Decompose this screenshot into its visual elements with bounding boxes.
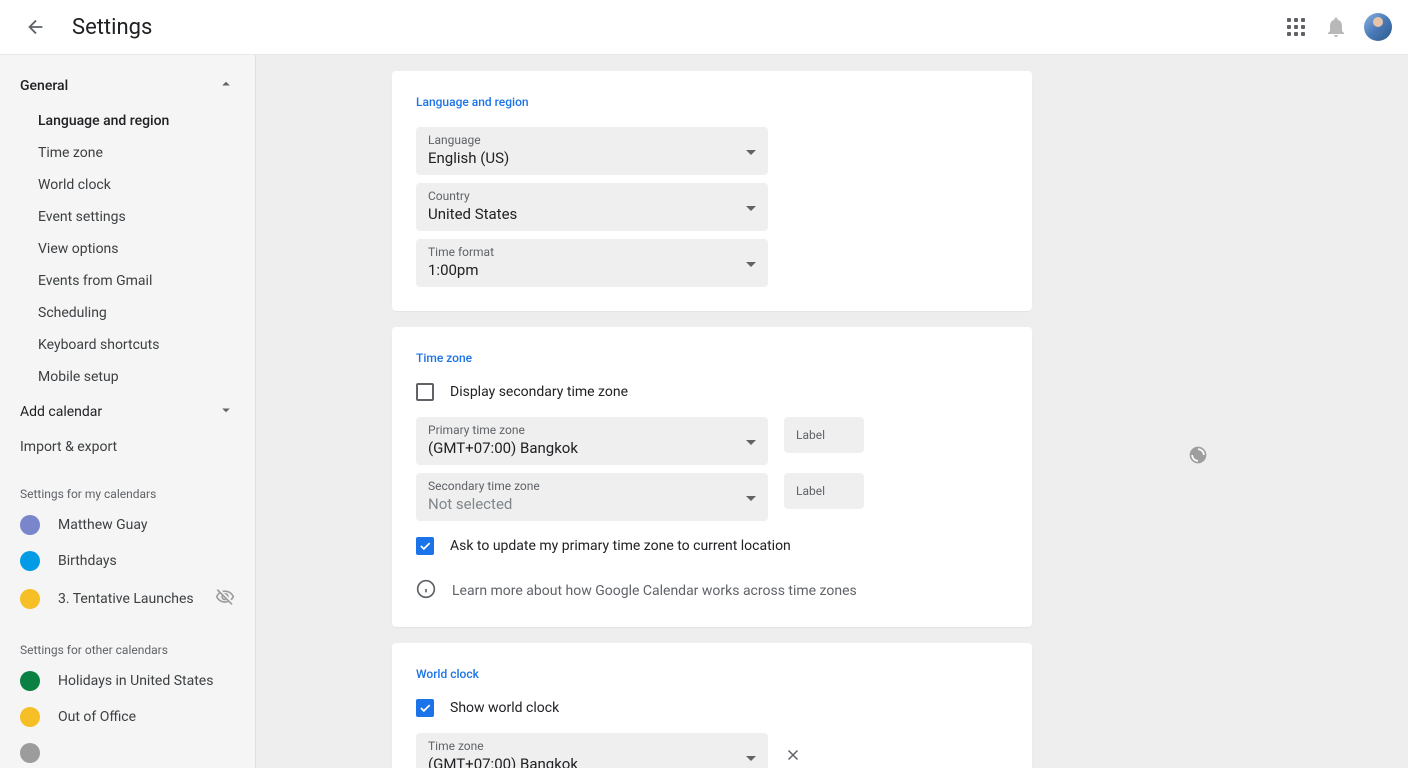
dropdown-caret-icon — [746, 433, 756, 449]
calendar-label: Holidays in United States — [58, 673, 235, 689]
sidebar: General Language and region Time zone Wo… — [0, 55, 256, 768]
calendar-item[interactable]: Matthew Guay — [0, 507, 255, 543]
checkbox-label: Ask to update my primary time zone to cu… — [450, 538, 791, 554]
card-language-region: Language and region Language English (US… — [392, 71, 1032, 311]
field-placeholder: Label — [796, 428, 825, 442]
learn-more-link[interactable]: Learn more about how Google Calendar wor… — [452, 583, 857, 599]
card-time-zone: Time zone Display secondary time zone Pr… — [392, 327, 1032, 627]
sidebar-section-label: Add calendar — [20, 404, 102, 420]
time-format-select[interactable]: Time format 1:00pm — [416, 239, 768, 287]
sidebar-item-world-clock[interactable]: World clock — [0, 169, 255, 201]
primary-timezone-label-input[interactable]: Label — [784, 417, 864, 453]
calendar-label: Matthew Guay — [58, 517, 235, 533]
field-label: Time zone — [428, 739, 756, 753]
calendar-color-dot — [20, 515, 40, 535]
field-value: (GMT+07:00) Bangkok — [428, 755, 756, 768]
main-content: Language and region Language English (US… — [256, 55, 1408, 768]
checkbox-label: Show world clock — [450, 700, 559, 716]
calendar-color-dot — [20, 707, 40, 727]
sidebar-section-add-calendar[interactable]: Add calendar — [0, 393, 255, 431]
field-label: Primary time zone — [428, 423, 756, 437]
sidebar-section-general[interactable]: General — [0, 67, 255, 105]
app-header: Settings — [0, 0, 1408, 55]
card-title: Language and region — [416, 95, 1008, 109]
page-title: Settings — [72, 15, 152, 40]
calendar-label: Birthdays — [58, 553, 235, 569]
swap-timezones-icon[interactable] — [1188, 445, 1208, 469]
calendar-item[interactable]: Out of Office — [0, 699, 255, 735]
calendar-item[interactable]: Holidays in United States — [0, 663, 255, 699]
show-world-clock-checkbox[interactable] — [416, 699, 434, 717]
field-value: (GMT+07:00) Bangkok — [428, 439, 756, 457]
field-value: Not selected — [428, 495, 756, 513]
calendar-color-dot — [20, 551, 40, 571]
dropdown-caret-icon — [746, 143, 756, 159]
field-label: Language — [428, 133, 756, 147]
sidebar-heading-my-calendars: Settings for my calendars — [0, 463, 255, 507]
sidebar-item-view-options[interactable]: View options — [0, 233, 255, 265]
world-clock-timezone-select[interactable]: Time zone (GMT+07:00) Bangkok — [416, 733, 768, 768]
dropdown-caret-icon — [746, 489, 756, 505]
calendar-label: Out of Office — [58, 709, 235, 725]
field-value: English (US) — [428, 149, 756, 167]
sidebar-item-import-export[interactable]: Import & export — [0, 431, 255, 463]
sidebar-item-events-from-gmail[interactable]: Events from Gmail — [0, 265, 255, 297]
sidebar-item-scheduling[interactable]: Scheduling — [0, 297, 255, 329]
secondary-timezone-select[interactable]: Secondary time zone Not selected — [416, 473, 768, 521]
secondary-timezone-checkbox[interactable] — [416, 383, 434, 401]
arrow-left-icon — [25, 16, 47, 38]
notifications-icon[interactable] — [1324, 15, 1348, 39]
sidebar-heading-other-calendars: Settings for other calendars — [0, 619, 255, 663]
sidebar-item-mobile-setup[interactable]: Mobile setup — [0, 361, 255, 393]
calendar-item[interactable]: Birthdays — [0, 543, 255, 579]
calendar-color-dot — [20, 743, 40, 763]
calendar-color-dot — [20, 671, 40, 691]
header-actions — [1284, 13, 1392, 41]
chevron-up-icon — [217, 75, 235, 97]
field-label: Time format — [428, 245, 756, 259]
checkbox-label: Display secondary time zone — [450, 384, 628, 400]
ask-update-timezone-checkbox[interactable] — [416, 537, 434, 555]
field-value: United States — [428, 205, 756, 223]
info-icon — [416, 579, 436, 603]
language-select[interactable]: Language English (US) — [416, 127, 768, 175]
dropdown-caret-icon — [746, 199, 756, 215]
back-button[interactable] — [16, 7, 56, 47]
apps-icon[interactable] — [1284, 15, 1308, 39]
card-title: World clock — [416, 667, 1008, 681]
field-value: 1:00pm — [428, 261, 756, 279]
country-select[interactable]: Country United States — [416, 183, 768, 231]
dropdown-caret-icon — [746, 749, 756, 765]
calendar-item[interactable] — [0, 735, 255, 768]
calendar-color-dot — [20, 589, 40, 609]
calendar-label: 3. Tentative Launches — [58, 591, 197, 607]
hidden-eye-icon[interactable] — [215, 587, 235, 611]
card-title: Time zone — [416, 351, 1008, 365]
card-world-clock: World clock Show world clock Time zone (… — [392, 643, 1032, 768]
sidebar-section-label: General — [20, 78, 68, 94]
sidebar-item-event-settings[interactable]: Event settings — [0, 201, 255, 233]
chevron-down-icon — [217, 401, 235, 423]
field-placeholder: Label — [796, 484, 825, 498]
sidebar-item-language-region[interactable]: Language and region — [0, 105, 255, 137]
secondary-timezone-label-input[interactable]: Label — [784, 473, 864, 509]
sidebar-item-keyboard-shortcuts[interactable]: Keyboard shortcuts — [0, 329, 255, 361]
calendar-item[interactable]: 3. Tentative Launches — [0, 579, 255, 619]
field-label: Country — [428, 189, 756, 203]
avatar[interactable] — [1364, 13, 1392, 41]
sidebar-item-time-zone[interactable]: Time zone — [0, 137, 255, 169]
primary-timezone-select[interactable]: Primary time zone (GMT+07:00) Bangkok — [416, 417, 768, 465]
dropdown-caret-icon — [746, 255, 756, 271]
remove-world-clock-button[interactable] — [784, 746, 802, 768]
field-label: Secondary time zone — [428, 479, 756, 493]
